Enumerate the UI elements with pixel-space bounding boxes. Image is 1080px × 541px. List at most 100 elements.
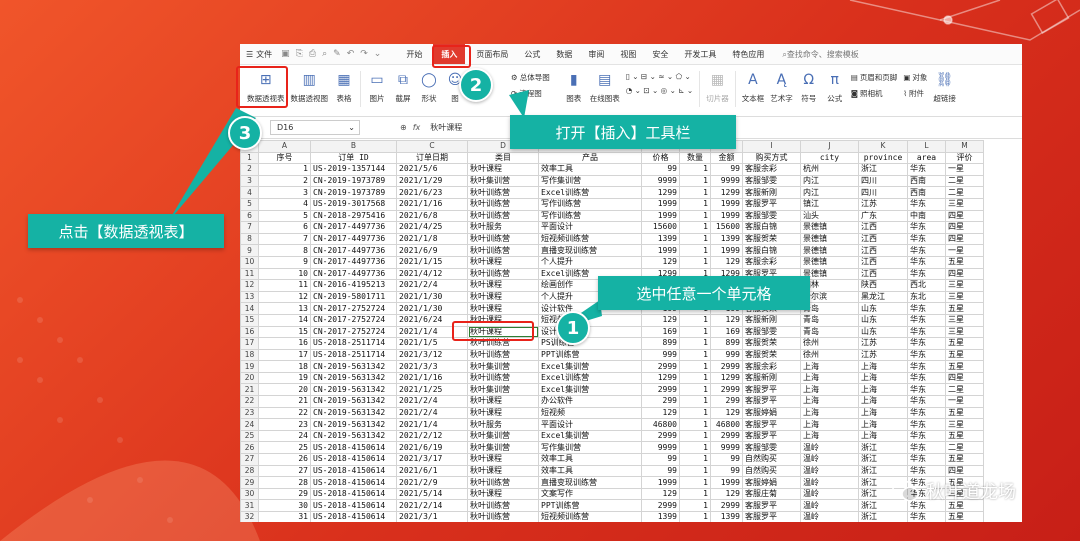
cell[interactable]: 华东 (907, 232, 946, 246)
hyperlink-button[interactable]: ⛓ 超链接 (930, 71, 959, 104)
fx-icon[interactable]: fx (413, 123, 421, 132)
cell[interactable]: 129 (710, 406, 743, 420)
row-number[interactable]: 28 (240, 464, 259, 478)
cell[interactable]: 山东 (858, 302, 908, 315)
header-cell[interactable]: 订单 ID (310, 151, 397, 165)
cell[interactable]: 1 (679, 453, 711, 466)
cell[interactable]: 秋叶课程 (467, 453, 539, 466)
textbox-button[interactable]: A 文本框 (739, 71, 768, 104)
picture-button[interactable]: ▭ 图片 (364, 71, 390, 104)
cell[interactable]: 客服贺荣 (742, 337, 801, 350)
online-chart-button[interactable]: ▤ 在线图表 (587, 71, 623, 104)
cell[interactable]: 五星 (945, 429, 984, 443)
cell[interactable]: 上海 (800, 371, 859, 385)
cell[interactable]: 秋叶课程 (467, 313, 539, 327)
cell[interactable]: 徐州 (800, 348, 859, 362)
cell[interactable]: 9999 (710, 441, 743, 455)
row-number[interactable]: 30 (240, 487, 259, 501)
cell[interactable]: CN-2019-5631342 (310, 406, 397, 420)
cell[interactable]: 秋叶集训营 (467, 429, 539, 443)
cell[interactable]: 客服婷娟 (742, 476, 801, 489)
cell[interactable]: 华东 (907, 255, 946, 269)
cell[interactable]: 16 (258, 337, 311, 350)
cell[interactable]: 2021/3/1 (396, 511, 468, 522)
cell[interactable]: 五星 (945, 360, 984, 373)
cell[interactable]: 广东 (858, 209, 908, 223)
cell[interactable]: 客服新刚 (742, 313, 801, 327)
cell[interactable]: 写作训练营 (538, 209, 642, 223)
row-number[interactable]: 32 (240, 511, 259, 522)
cell[interactable]: 2021/1/16 (396, 197, 468, 211)
cell[interactable]: 20 (258, 383, 311, 397)
cell[interactable]: 99 (710, 453, 743, 466)
cell[interactable]: 秋叶集训营 (467, 174, 539, 188)
cell[interactable]: 2021/1/30 (396, 302, 468, 315)
row-number[interactable]: 16 (240, 325, 259, 339)
cell[interactable]: 秋叶训练营 (467, 186, 539, 199)
cell[interactable]: 客服罗平 (742, 395, 801, 408)
cell[interactable]: 温岭 (800, 511, 859, 522)
cell[interactable]: 129 (710, 255, 743, 269)
format-painter-icon[interactable]: ✎ (330, 49, 344, 59)
cell[interactable]: 内江 (800, 174, 859, 188)
cell[interactable]: 12 (258, 290, 311, 304)
cell[interactable]: 2021/1/5 (396, 337, 468, 350)
cell[interactable]: 华东 (907, 453, 946, 466)
cell[interactable]: 汕头 (800, 209, 859, 223)
cell[interactable]: 上海 (858, 360, 908, 373)
cell[interactable]: 客服贺荣 (742, 232, 801, 246)
cell[interactable]: 1299 (641, 371, 680, 385)
tab-formulas[interactable]: 公式 (516, 44, 548, 64)
cell[interactable]: 秋叶训练营 (467, 371, 539, 385)
cell[interactable]: 2999 (641, 383, 680, 397)
cell[interactable]: 客服白锦 (742, 221, 801, 234)
cell[interactable]: 1 (679, 476, 711, 489)
cell[interactable]: 华东 (907, 383, 946, 397)
cell[interactable]: 2021/5/14 (396, 487, 468, 501)
row-number[interactable]: 24 (240, 418, 259, 431)
column-header[interactable]: A (258, 140, 311, 153)
cell[interactable]: 4 (258, 197, 311, 211)
cell[interactable]: 秋叶训练营 (467, 348, 539, 362)
cell[interactable]: 华东 (907, 371, 946, 385)
cell[interactable]: 1 (679, 197, 711, 211)
cell[interactable]: 华东 (907, 441, 946, 455)
cell[interactable]: 129 (710, 313, 743, 327)
undo-icon[interactable]: ↶ (344, 49, 358, 59)
export-icon[interactable]: ⎘ (293, 49, 306, 59)
cell[interactable]: 2999 (710, 383, 743, 397)
header-cell[interactable]: 价格 (641, 151, 680, 165)
cell[interactable]: 山东 (858, 325, 908, 339)
cell[interactable]: 三星 (945, 325, 984, 339)
cell[interactable]: 黑龙江 (858, 290, 908, 304)
cell[interactable]: 温岭 (800, 499, 859, 512)
cell[interactable]: 1399 (641, 511, 680, 522)
cell[interactable]: 2021/4/12 (396, 267, 468, 281)
cell[interactable]: 客服余彩 (742, 163, 801, 176)
cell[interactable]: 一星 (945, 163, 984, 176)
cell[interactable]: 江苏 (858, 197, 908, 211)
cell[interactable]: 个人提升 (538, 255, 642, 269)
cell[interactable]: 西北 (907, 279, 946, 292)
cell[interactable]: 2021/6/1 (396, 464, 468, 478)
object-button[interactable]: ▣ 对象 (903, 72, 927, 83)
cell[interactable]: 效率工具 (538, 464, 642, 478)
cell[interactable]: CN-2019-5631342 (310, 360, 397, 373)
cell[interactable]: 2021/4/25 (396, 221, 468, 234)
cell[interactable]: 内江 (800, 186, 859, 199)
cell[interactable]: 999 (710, 348, 743, 362)
cell[interactable]: 浙江 (858, 464, 908, 478)
cell[interactable]: 五星 (945, 337, 984, 350)
cell[interactable]: 2021/2/4 (396, 406, 468, 420)
cell[interactable]: 上海 (800, 406, 859, 420)
header-cell[interactable]: area (907, 151, 946, 165)
cell[interactable]: 1999 (710, 209, 743, 223)
cell[interactable]: 19 (258, 371, 311, 385)
cell[interactable]: 1 (679, 441, 711, 455)
cell[interactable]: 平面设计 (538, 221, 642, 234)
cell[interactable]: 客服罗平 (742, 429, 801, 443)
cell[interactable]: 秋叶集训营 (467, 441, 539, 455)
cell[interactable]: 2021/3/3 (396, 360, 468, 373)
cell[interactable]: 秋叶课程 (467, 290, 539, 304)
cell[interactable]: 1 (679, 464, 711, 478)
